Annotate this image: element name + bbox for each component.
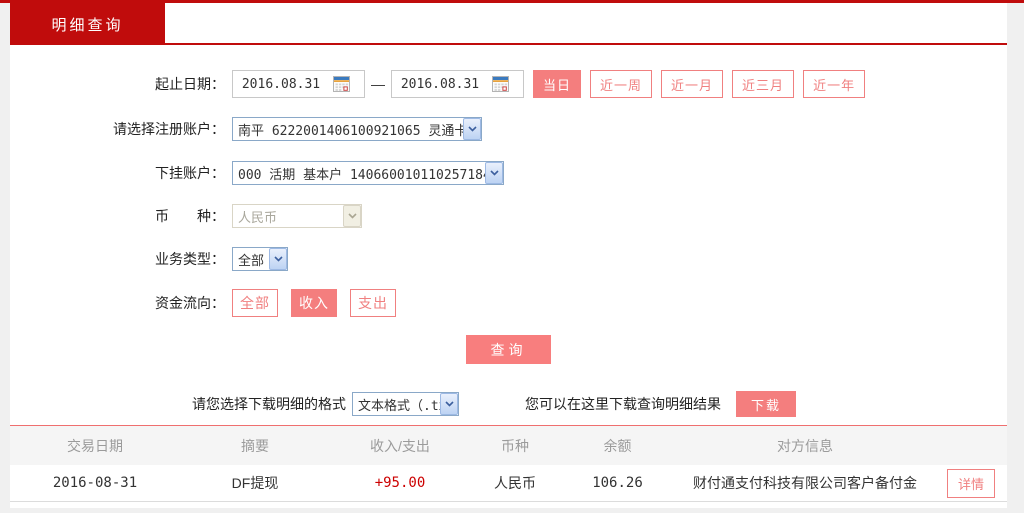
chevron-down-icon — [440, 393, 458, 415]
query-button[interactable]: 查询 — [466, 335, 551, 364]
header-summary: 摘要 — [180, 436, 330, 456]
business-type-select[interactable]: 全部 — [232, 247, 288, 271]
cell-counterparty: 财付通支付科技有限公司客户备付金 — [675, 473, 935, 493]
currency-value: 人民币 — [233, 207, 343, 226]
currency-label: 币 种： — [10, 206, 225, 226]
cell-balance: 106.26 — [560, 475, 675, 491]
registered-account-value: 南平 6222001406100921065 灵通卡 — [233, 120, 463, 139]
quick-range-month-button[interactable]: 近一月 — [661, 70, 723, 98]
chevron-down-icon — [343, 205, 361, 227]
cell-amount: +95.00 — [330, 475, 470, 491]
fund-flow-row: 资金流向： 全部 收入 支出 — [10, 289, 1007, 317]
currency-row: 币 种： 人民币 — [10, 204, 1007, 228]
download-format-label: 请您选择下载明细的格式 — [192, 394, 346, 414]
fund-flow-income-button[interactable]: 收入 — [291, 289, 337, 317]
content-panel: 明细查询 起止日期： — — [10, 3, 1007, 508]
end-date-box — [391, 70, 524, 98]
end-date-input[interactable] — [392, 77, 488, 92]
date-range-separator: — — [371, 76, 385, 92]
download-format-value: 文本格式（.txt） — [353, 395, 440, 414]
date-range-row: 起止日期： — — [10, 70, 1007, 98]
table-header-row: 交易日期 摘要 收入/支出 币种 余额 对方信息 — [10, 426, 1007, 465]
calendar-icon[interactable] — [488, 73, 512, 95]
download-format-select[interactable]: 文本格式（.txt） — [352, 392, 459, 416]
header-income-expense: 收入/支出 — [330, 436, 470, 456]
header-trade-date: 交易日期 — [10, 436, 180, 456]
table-row: 2016-08-31 DF提现 +95.00 人民币 106.26 财付通支付科… — [10, 465, 1007, 502]
sub-account-row: 下挂账户： 000 活期 基本户 1406600101102571848 — [10, 161, 1007, 185]
header-counterparty: 对方信息 — [675, 436, 935, 456]
query-row: 查询 — [10, 335, 1007, 364]
header-balance: 余额 — [560, 436, 675, 456]
fund-flow-expense-button[interactable]: 支出 — [350, 289, 396, 317]
business-type-row: 业务类型： 全部 — [10, 247, 1007, 271]
download-button[interactable]: 下载 — [736, 391, 796, 417]
download-hint-text: 您可以在这里下载查询明细结果 — [525, 394, 721, 414]
download-row: 请您选择下载明细的格式 文本格式（.txt） 您可以在这里下载查询明细结果 下载 — [10, 391, 1007, 417]
detail-button[interactable]: 详情 — [947, 469, 995, 498]
fund-flow-all-button[interactable]: 全部 — [232, 289, 278, 317]
currency-select-disabled: 人民币 — [232, 204, 362, 228]
tab-detail-query[interactable]: 明细查询 — [10, 3, 165, 45]
cell-currency: 人民币 — [470, 473, 560, 493]
business-type-value: 全部 — [233, 250, 269, 269]
registered-account-select[interactable]: 南平 6222001406100921065 灵通卡 — [232, 117, 482, 141]
fund-flow-label: 资金流向： — [10, 293, 225, 313]
registered-account-label: 请选择注册账户： — [10, 119, 225, 139]
business-type-label: 业务类型： — [10, 249, 225, 269]
chevron-down-icon — [485, 162, 503, 184]
start-date-input[interactable] — [233, 77, 329, 92]
sub-account-select[interactable]: 000 活期 基本户 1406600101102571848 — [232, 161, 504, 185]
start-date-box — [232, 70, 365, 98]
registered-account-row: 请选择注册账户： 南平 6222001406100921065 灵通卡 — [10, 117, 1007, 141]
header-currency: 币种 — [470, 436, 560, 456]
quick-range-today-button[interactable]: 当日 — [533, 70, 581, 98]
chevron-down-icon — [269, 248, 287, 270]
quick-range-year-button[interactable]: 近一年 — [803, 70, 865, 98]
tab-bar: 明细查询 — [10, 3, 1007, 45]
sub-account-value: 000 活期 基本户 1406600101102571848 — [233, 164, 485, 183]
chevron-down-icon — [463, 118, 481, 140]
cell-trade-date: 2016-08-31 — [10, 475, 180, 491]
sub-account-label: 下挂账户： — [10, 163, 225, 183]
cell-summary: DF提现 — [180, 473, 330, 493]
quick-range-3months-button[interactable]: 近三月 — [732, 70, 794, 98]
quick-range-week-button[interactable]: 近一周 — [590, 70, 652, 98]
calendar-icon[interactable] — [329, 73, 353, 95]
date-range-label: 起止日期： — [10, 74, 225, 94]
